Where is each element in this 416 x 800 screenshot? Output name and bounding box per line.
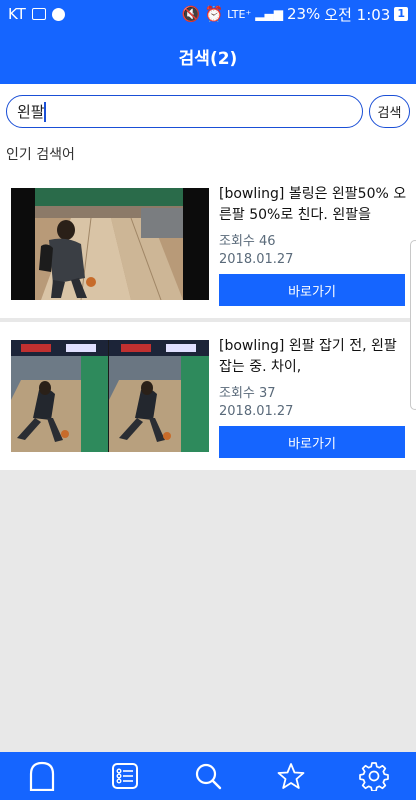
goto-button[interactable]: 바로가기 (219, 274, 405, 306)
alarm-icon: ⏰ (204, 5, 224, 23)
popular-searches-label[interactable]: 인기 검색어 (6, 144, 75, 164)
video-thumbnail[interactable] (11, 188, 209, 300)
goto-button[interactable]: 바로가기 (219, 426, 405, 458)
carrier-label: KT (8, 5, 26, 23)
upload-date: 2018.01.27 (219, 404, 294, 419)
signal-icon: ▂▄▆ (255, 7, 283, 21)
home-arch-icon (29, 761, 54, 791)
network-type: LTE⁺ (227, 7, 252, 21)
battery-level: 23% (286, 5, 321, 23)
messenger-notification-icon (51, 7, 65, 21)
nav-favorites[interactable] (267, 752, 315, 800)
nav-list[interactable] (101, 752, 149, 800)
search-icon (195, 763, 222, 790)
mute-icon: 🔇 (181, 5, 201, 23)
search-input[interactable] (6, 95, 363, 128)
nav-settings[interactable] (350, 752, 398, 800)
scroll-indicator[interactable] (410, 240, 416, 410)
status-bar: KT 🔇 ⏰ LTE⁺ ▂▄▆ 23% 오전 1:03 1 (0, 0, 416, 28)
bottom-nav (0, 752, 416, 800)
gallery-notification-icon (31, 8, 46, 20)
list-icon (111, 763, 138, 789)
star-icon (277, 763, 305, 789)
notification-count-badge: 1 (394, 7, 408, 21)
result-card[interactable]: [bowling] 볼링은 왼팔50% 오른팔 50%로 친다. 왼팔을 조회수… (0, 170, 416, 318)
nav-search[interactable] (184, 752, 232, 800)
text-cursor (44, 102, 46, 122)
clock: 오전 1:03 (324, 5, 391, 24)
result-title[interactable]: [bowling] 볼링은 왼팔50% 오른팔 50%로 친다. 왼팔을 (219, 184, 409, 226)
upload-date: 2018.01.27 (219, 252, 294, 267)
search-area: 검색 인기 검색어 (0, 84, 416, 171)
view-count: 조회수 37 (219, 386, 276, 401)
result-card[interactable]: [bowling] 왼팔 잡기 전, 왼팔 잡는 중. 차이, 조회수 37 2… (0, 322, 416, 470)
video-thumbnail[interactable] (11, 340, 209, 452)
result-title[interactable]: [bowling] 왼팔 잡기 전, 왼팔 잡는 중. 차이, (219, 336, 409, 378)
view-count: 조회수 46 (219, 234, 276, 249)
search-button[interactable]: 검색 (369, 95, 410, 128)
page-title: 검색(2) (178, 48, 238, 69)
gear-icon (359, 762, 390, 791)
nav-home[interactable] (18, 752, 66, 800)
app-bar: 검색(2) (0, 28, 416, 84)
